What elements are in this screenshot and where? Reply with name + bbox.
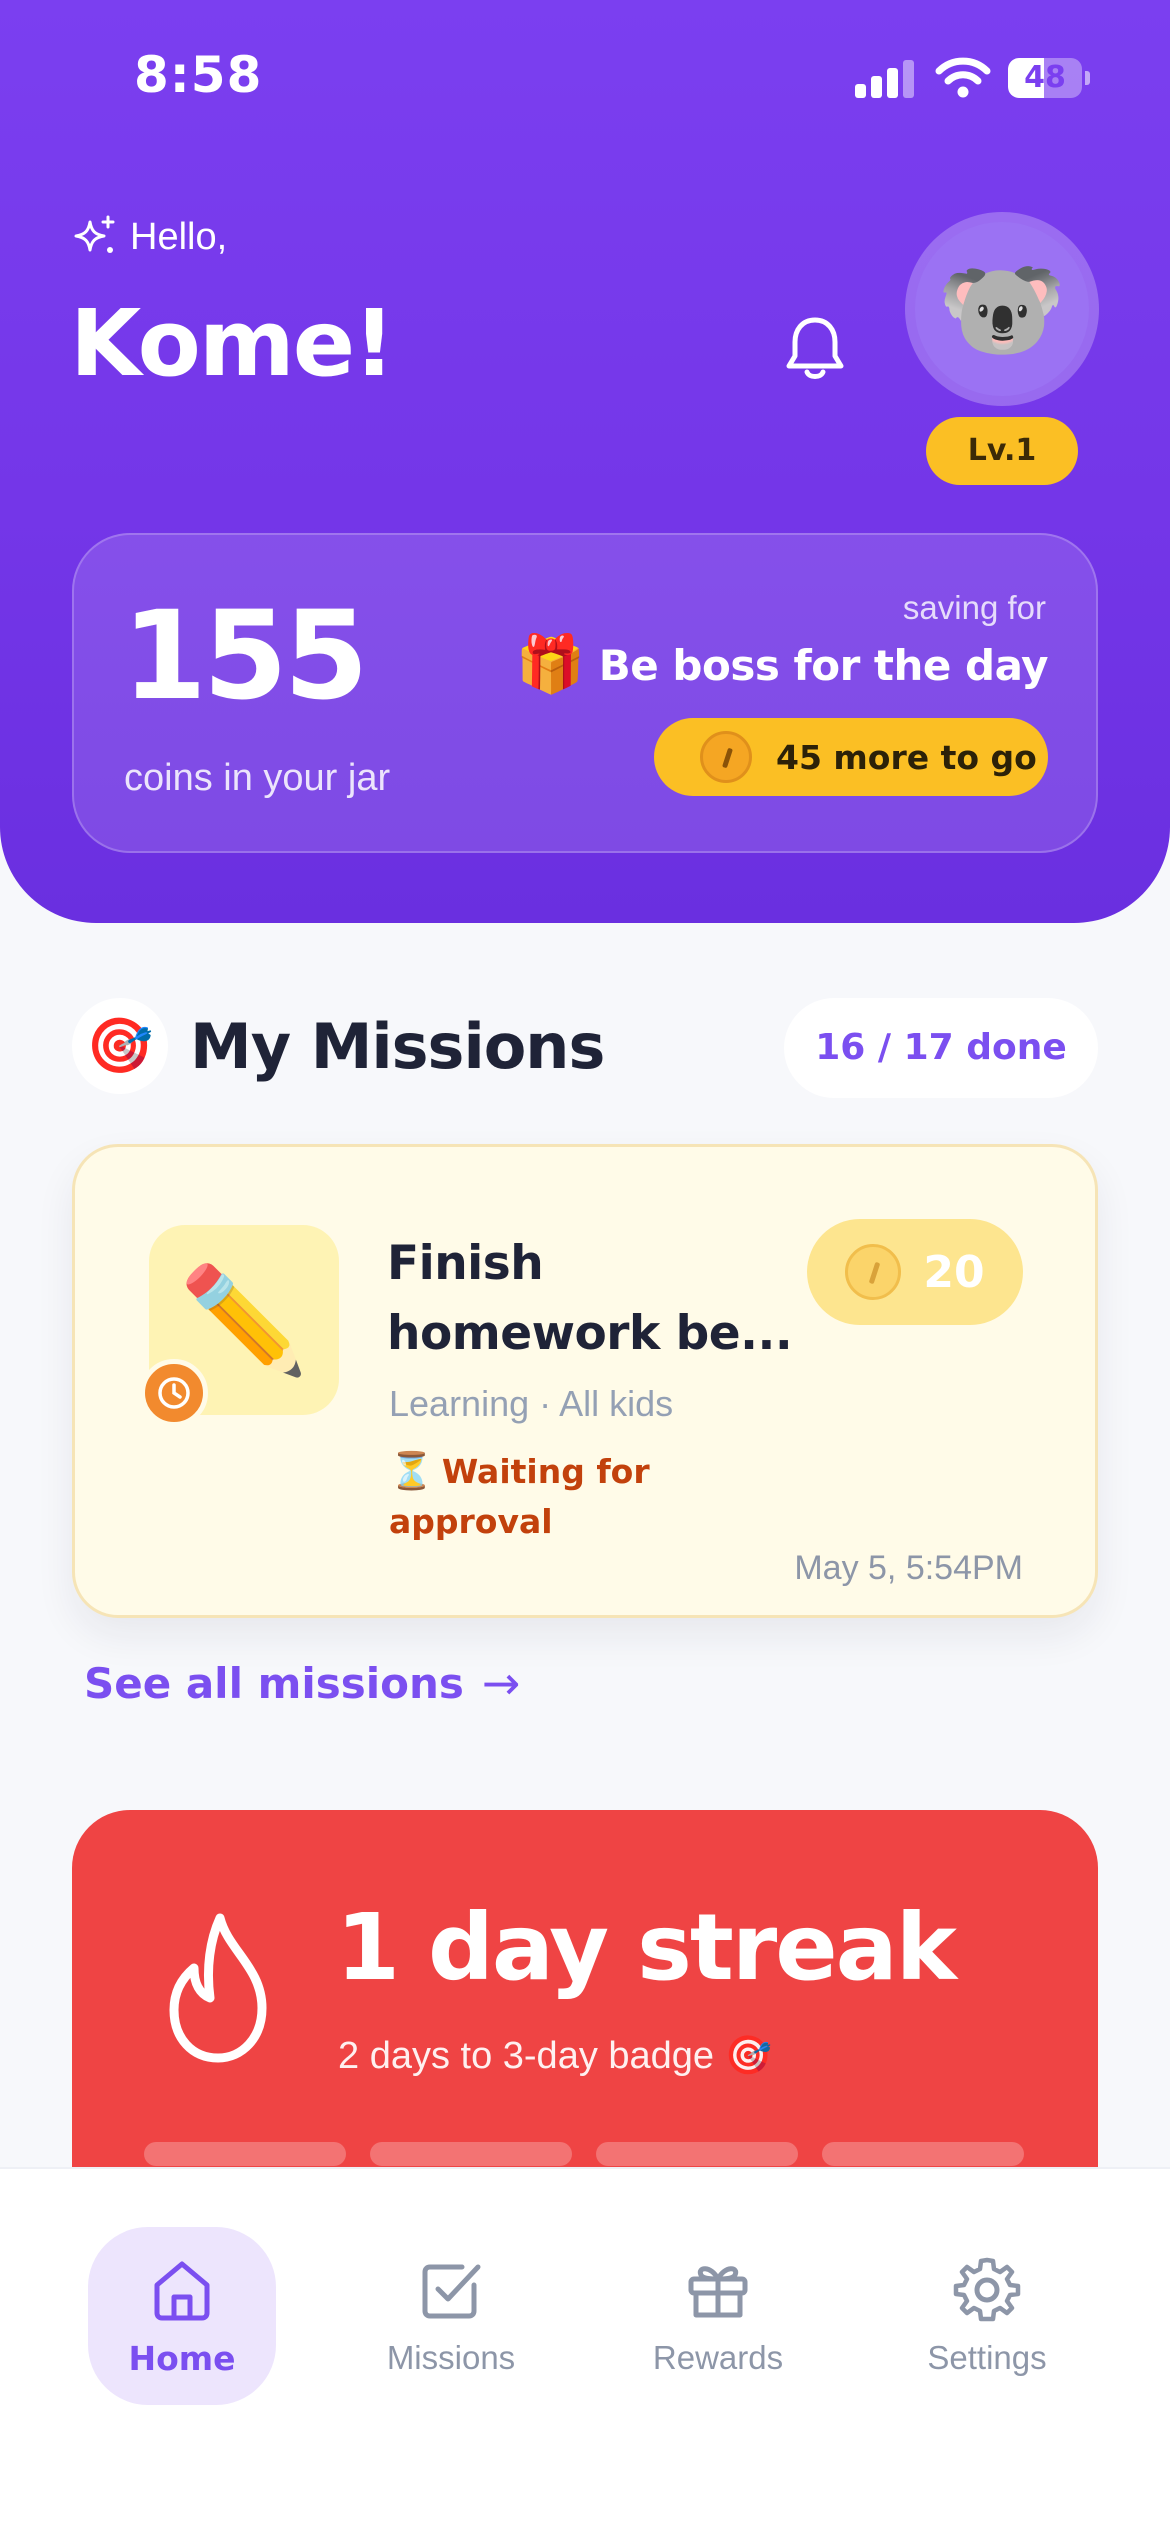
mission-date: May 5, 5:54PM — [794, 1549, 1023, 1587]
battery-level: 48 — [1024, 60, 1066, 95]
coin-jar-card[interactable]: 155 coins in your jar saving for 🎁 Be bo… — [72, 533, 1098, 853]
see-all-label: See all missions — [84, 1658, 464, 1708]
mission-card[interactable]: ✏️ Finish homework be... Learning · All … — [72, 1144, 1098, 1618]
home-icon — [154, 2261, 210, 2320]
remaining-pill: 45 more to go — [654, 718, 1048, 796]
cellular-signal-icon — [855, 60, 915, 98]
greeting-text: Hello, — [130, 215, 228, 258]
status-time: 8:58 — [134, 46, 263, 104]
tab-label: Rewards — [652, 2339, 784, 2376]
tab-label: Home — [128, 2338, 236, 2378]
missions-progress-badge: 16 / 17 done — [784, 998, 1098, 1098]
sparkles-icon — [74, 215, 115, 253]
saving-for-label: saving for — [902, 589, 1046, 626]
greeting: Hello, — [72, 214, 227, 260]
level-badge: Lv.1 — [926, 417, 1078, 485]
gift-icon — [688, 2266, 748, 2318]
clock-icon — [140, 1359, 208, 1427]
mission-meta: Learning · All kids — [389, 1383, 674, 1424]
hourglass-icon: ⏳ — [389, 1451, 434, 1492]
mission-reward-value: 20 — [923, 1246, 985, 1298]
tab-label: Settings — [927, 2339, 1047, 2376]
user-name: Kome! — [70, 290, 395, 397]
streak-progress — [144, 2142, 1024, 2166]
tab-rewards[interactable]: Rewards — [624, 2227, 812, 2405]
missions-header: 🎯 My Missions 16 / 17 done — [72, 998, 1098, 1098]
tab-label: Missions — [386, 2339, 516, 2376]
tab-bar: Home Missions Rewards Settings — [0, 2167, 1170, 2532]
checkbox-icon — [422, 2264, 481, 2319]
streak-segment — [370, 2142, 572, 2166]
coin-icon — [845, 1244, 902, 1300]
see-all-missions-link[interactable]: See all missions → — [84, 1656, 520, 1710]
streak-segment — [596, 2142, 798, 2166]
header: 8:58 48 Hello, Kome! 🐨 Lv.1 155 coins in… — [0, 0, 1170, 923]
bell-icon[interactable] — [782, 314, 848, 384]
gear-icon — [953, 2257, 1021, 2322]
streak-segment — [144, 2142, 346, 2166]
missions-title: My Missions — [190, 1010, 605, 1083]
avatar-emoji: 🐨 — [915, 222, 1089, 396]
coin-icon — [700, 731, 752, 783]
mission-reward-badge: 20 — [807, 1219, 1023, 1325]
coin-count-label: coins in your jar — [124, 757, 391, 799]
battery-icon: 48 — [1008, 58, 1090, 98]
savings-goal: 🎁 Be boss for the day — [515, 632, 1049, 697]
home-screen: 8:58 48 Hello, Kome! 🐨 Lv.1 155 coins in… — [0, 0, 1170, 2532]
arrow-right-icon: → — [481, 1656, 521, 1710]
status-bar: 8:58 48 — [0, 0, 1170, 150]
streak-subtitle: 2 days to 3-day badge 🎯 — [338, 2035, 772, 2077]
streak-title: 1 day streak — [336, 1894, 957, 2001]
flame-icon — [169, 1913, 267, 2063]
tab-missions[interactable]: Missions — [357, 2227, 545, 2405]
mission-title: Finish homework be... — [387, 1236, 793, 1361]
mission-status: ⏳ Waiting for approval — [389, 1447, 719, 1547]
goal-name: Be boss for the day — [598, 640, 1049, 690]
remaining-text: 45 more to go — [776, 737, 1037, 777]
coin-count: 155 — [122, 585, 369, 727]
streak-segment — [822, 2142, 1024, 2166]
tab-settings[interactable]: Settings — [893, 2227, 1081, 2405]
wifi-icon — [935, 57, 991, 98]
avatar[interactable]: 🐨 — [905, 212, 1099, 406]
target-icon: 🎯 — [72, 998, 168, 1094]
gift-emoji: 🎁 — [515, 632, 586, 697]
tab-home[interactable]: Home — [88, 2227, 276, 2405]
